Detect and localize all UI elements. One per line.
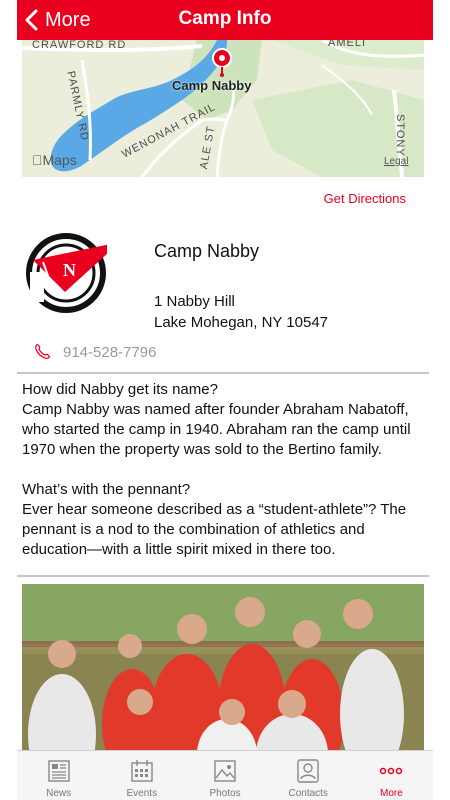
tab-bar: News Events Photos Contacts More: [17, 750, 433, 800]
tab-label: Contacts: [288, 788, 328, 799]
road-label-stony: STONY: [394, 114, 406, 157]
nav-bar: More Camp Info: [17, 0, 433, 40]
map-view[interactable]: CRAWFORD RD PARMLY RD WENONAH TRAIL ALE …: [22, 40, 424, 177]
contacts-icon: [297, 759, 319, 783]
tab-label: More: [380, 788, 403, 799]
answer-pennant: Ever hear someone described as a “studen…: [22, 501, 407, 558]
phone-number: 914-528-7796: [63, 343, 157, 361]
divider: [17, 575, 429, 577]
tab-label: Photos: [209, 788, 241, 799]
screen: More Camp Info CRAWFORD RD PARMLY RD WEN…: [17, 0, 433, 800]
phone-icon: [35, 343, 51, 359]
camp-name: Camp Nabby: [154, 241, 260, 261]
road-label-crawford: CRAWFORD RD: [32, 40, 127, 51]
apple-logo-icon: : [32, 152, 43, 168]
map-pin-label: Camp Nabby: [172, 78, 252, 93]
phone-link[interactable]: 914-528-7796: [33, 343, 156, 361]
road-label-ameli: AMELI: [328, 40, 367, 49]
page-title: Camp Info: [178, 8, 272, 29]
maps-attribution: Maps: [32, 152, 77, 168]
tab-label: News: [46, 788, 72, 799]
photos-icon: [214, 760, 236, 782]
news-icon: [47, 760, 70, 782]
divider: [17, 372, 429, 374]
staff-photo: [22, 584, 424, 750]
about-section: How did Nabby get its name? Camp Nabby wa…: [22, 380, 426, 560]
legal-link[interactable]: Legal: [384, 156, 408, 167]
tab-news[interactable]: News: [17, 751, 100, 800]
maps-attribution-text: Maps: [32, 152, 77, 168]
answer-name: Camp Nabby was named after founder Abrah…: [22, 401, 411, 458]
tab-events[interactable]: Events: [100, 751, 183, 800]
question-pennant: What’s with the pennant?: [22, 481, 191, 498]
camp-logo: N: [26, 233, 107, 313]
about-text-1: How did Nabby get its name? Camp Nabby wa…: [22, 380, 426, 460]
about-text-2: What’s with the pennant? Ever hear someon…: [22, 480, 426, 560]
address-line2: Lake Mohegan, NY 10547: [154, 314, 329, 331]
question-name: How did Nabby get its name?: [22, 381, 218, 398]
more-icon: [380, 767, 403, 775]
address-line1: 1 Nabby Hill: [154, 293, 235, 310]
get-directions-button[interactable]: Get Directions: [324, 191, 406, 206]
tab-photos[interactable]: Photos: [183, 751, 266, 800]
tab-more[interactable]: More: [350, 751, 433, 800]
calendar-icon: [131, 760, 153, 782]
tab-label: Events: [126, 788, 158, 799]
tab-contacts[interactable]: Contacts: [267, 751, 350, 800]
logo-letter: N: [63, 260, 76, 280]
